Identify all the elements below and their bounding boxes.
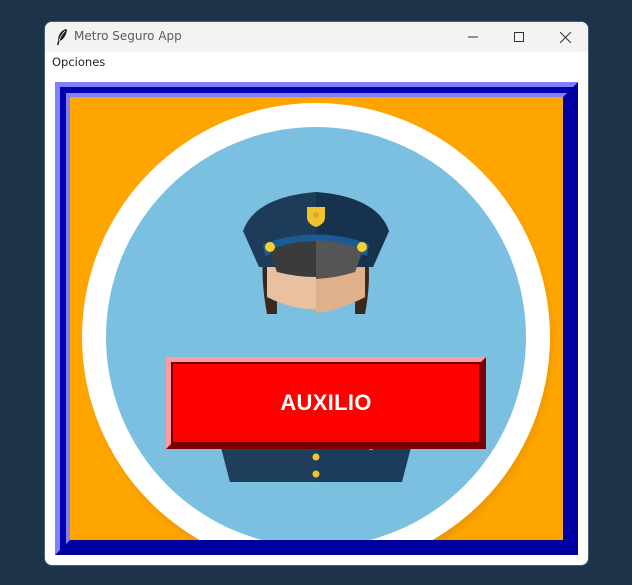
feather-icon	[57, 29, 67, 45]
close-icon	[559, 31, 571, 43]
menu-bar: Opciones	[45, 52, 588, 72]
close-button[interactable]	[542, 22, 588, 52]
auxilio-button[interactable]: AUXILIO	[166, 357, 486, 449]
minimize-button[interactable]	[450, 22, 496, 52]
title-bar[interactable]: Metro Seguro App	[45, 22, 588, 52]
menu-opciones[interactable]: Opciones	[52, 55, 105, 69]
maximize-button[interactable]	[496, 22, 542, 52]
minimize-icon	[468, 36, 478, 38]
police-officer-illustration	[55, 82, 578, 555]
blue-circle	[106, 127, 526, 540]
main-canvas: AUXILIO	[55, 82, 578, 555]
window-title: Metro Seguro App	[74, 29, 182, 43]
app-window: Metro Seguro App Opciones AUXILIO	[45, 22, 588, 565]
maximize-icon	[514, 32, 524, 42]
